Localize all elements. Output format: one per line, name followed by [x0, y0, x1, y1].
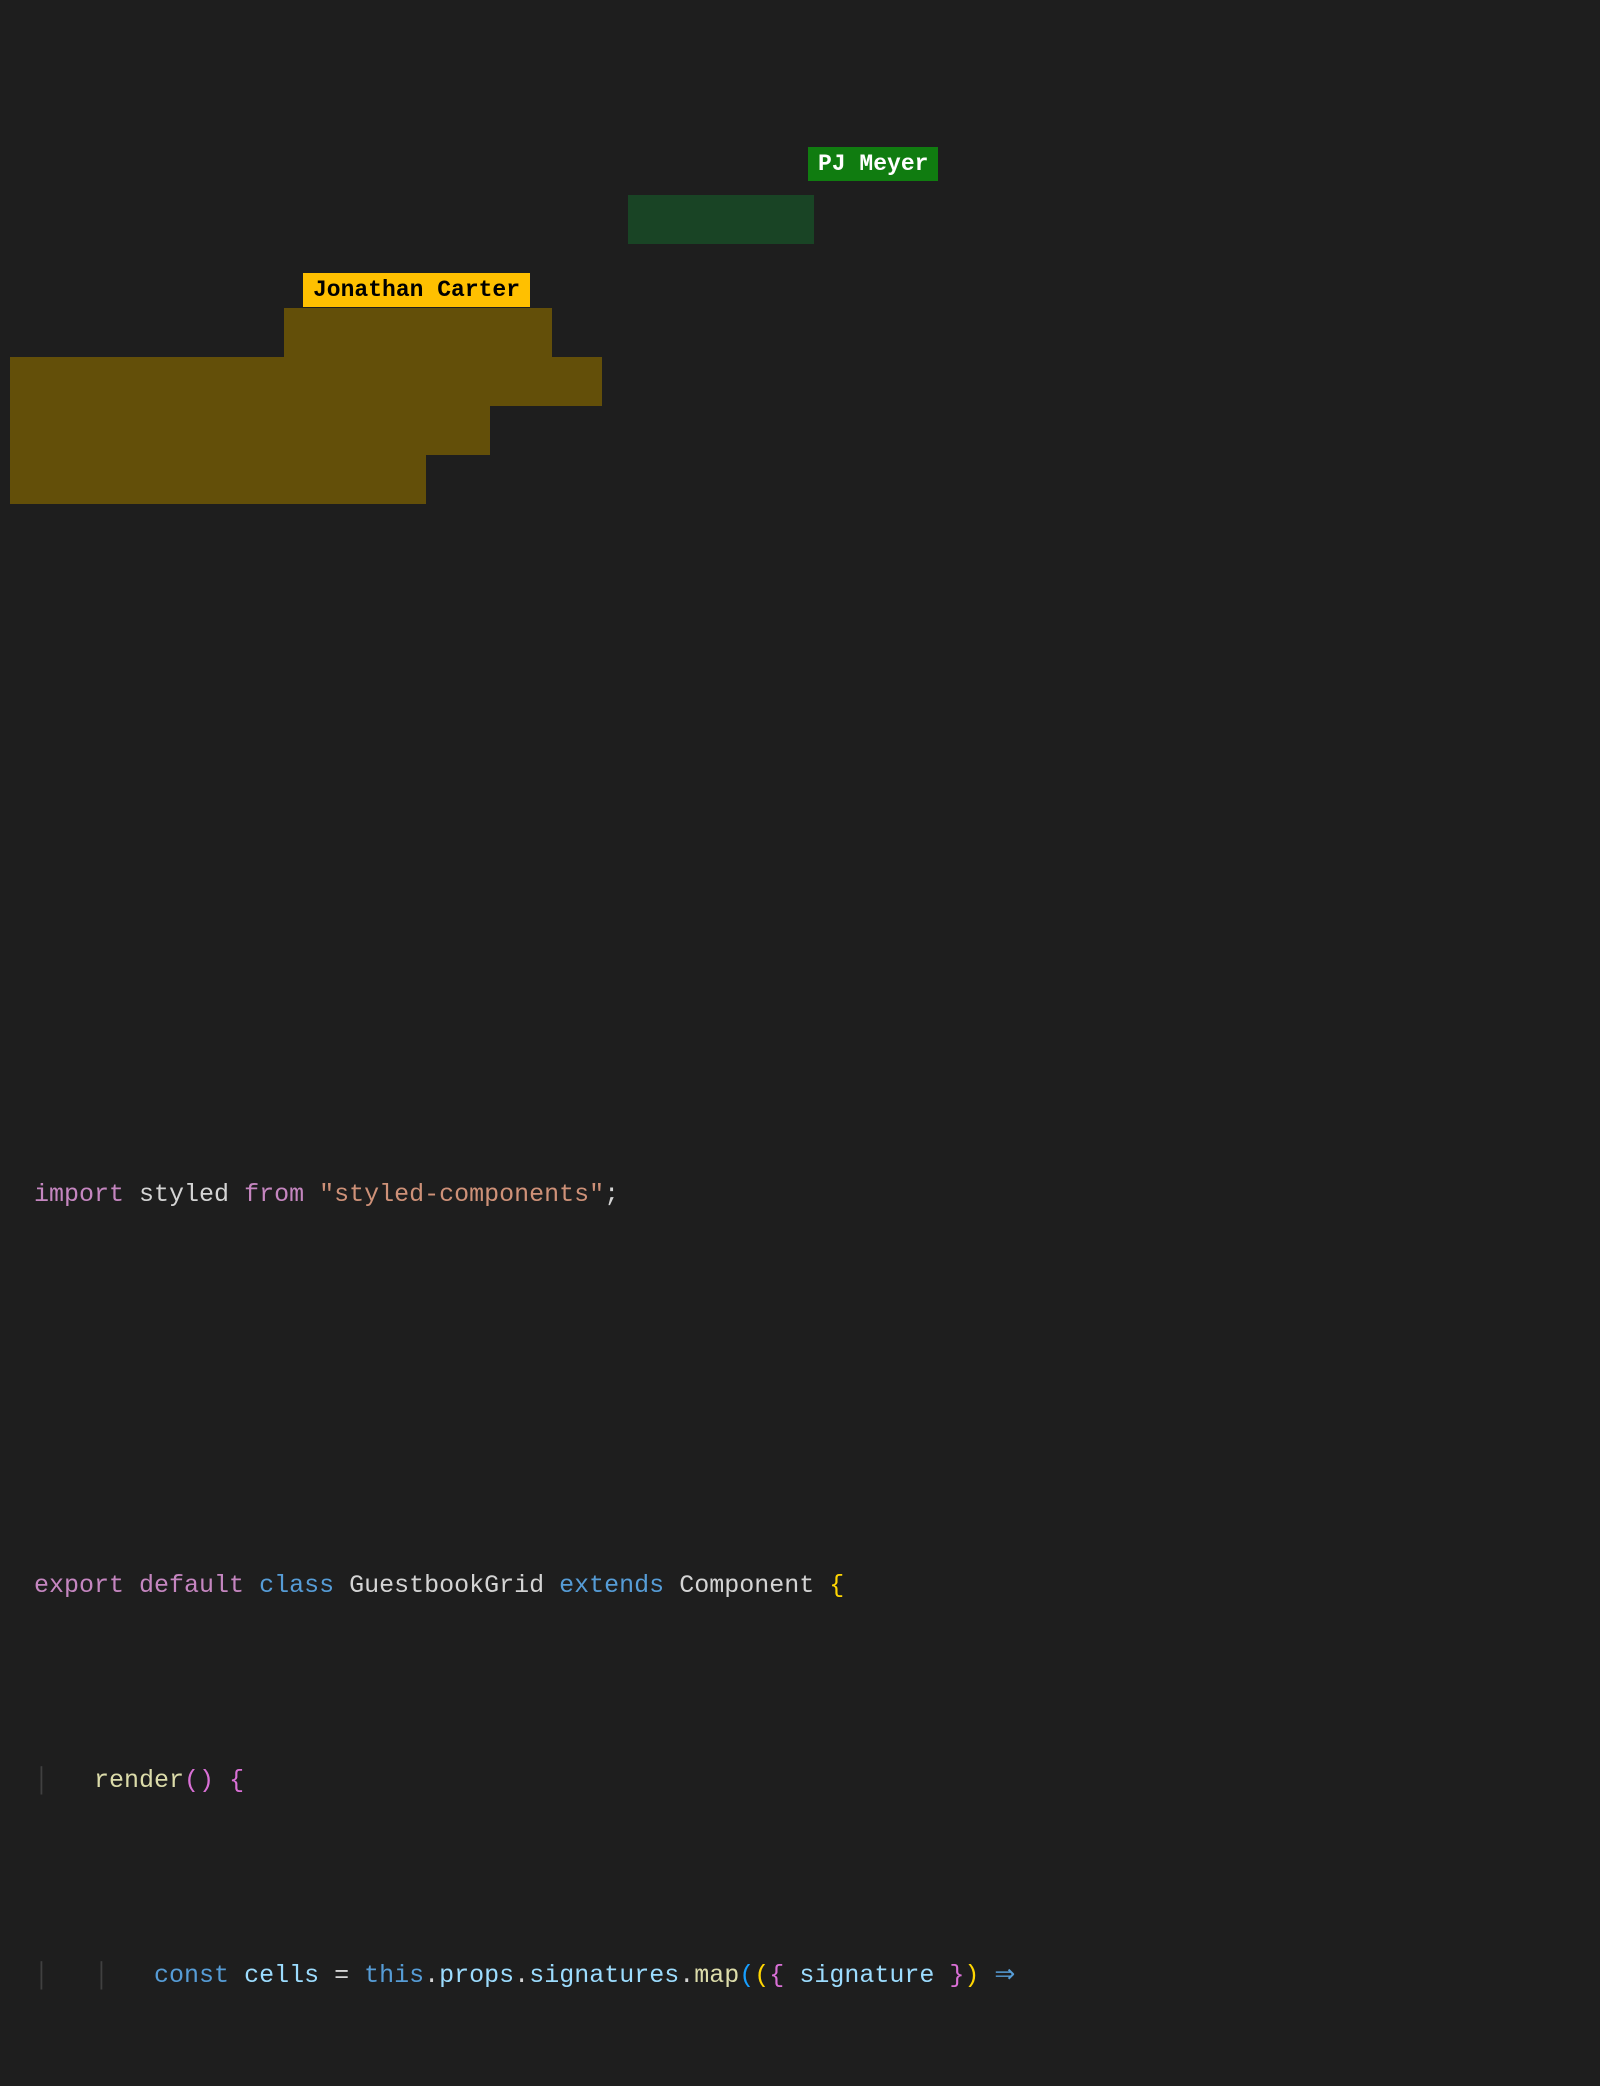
code-line[interactable]: │ │ const cells = this.props.signatures.…	[34, 1952, 1600, 2001]
cursor-label-yellow: Jonathan Carter	[303, 273, 530, 307]
code-line[interactable]: export default class GuestbookGrid exten…	[34, 1562, 1600, 1611]
code-editor[interactable]: PJ Meyer Jonathan Carter import styled f…	[0, 0, 1600, 2086]
remote-selection-green	[628, 195, 814, 244]
code-line[interactable]: │ render() {	[34, 1757, 1600, 1806]
remote-selection-yellow	[10, 357, 602, 406]
cursor-label-green: PJ Meyer	[808, 147, 938, 181]
remote-selection-yellow	[284, 308, 552, 357]
code-line[interactable]	[34, 1366, 1600, 1415]
code-line[interactable]: import styled from "styled-components";	[34, 1171, 1600, 1220]
remote-selection-yellow	[10, 455, 426, 504]
remote-selection-yellow	[10, 406, 490, 455]
